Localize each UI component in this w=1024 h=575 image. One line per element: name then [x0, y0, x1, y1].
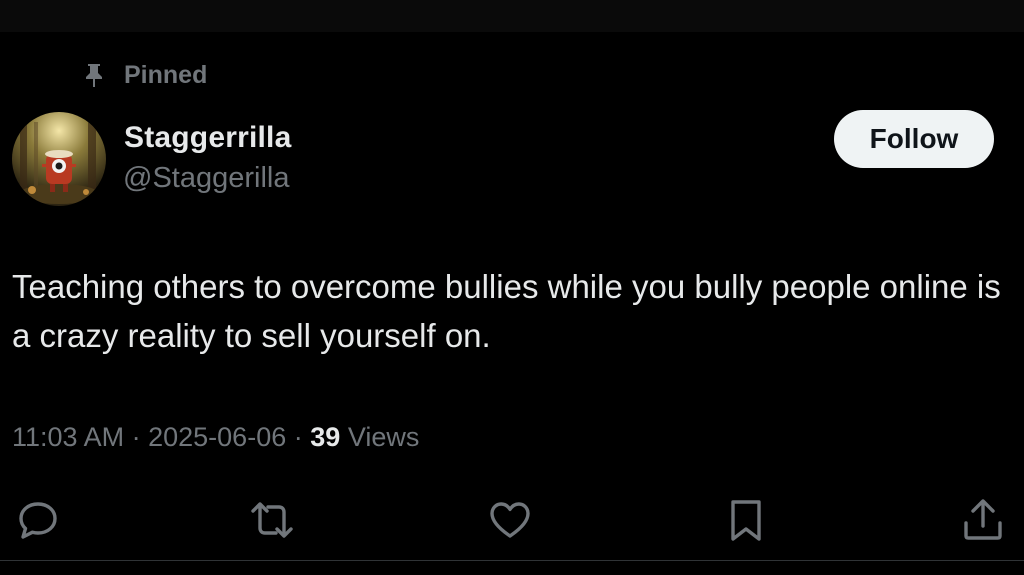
heart-icon: [490, 502, 530, 538]
pinned-label: Pinned: [124, 60, 208, 89]
action-bar: [0, 492, 1024, 548]
repost-button[interactable]: [244, 492, 300, 548]
author-handle[interactable]: @Staggerilla: [123, 162, 289, 195]
share-button[interactable]: [955, 492, 1011, 548]
repost-icon: [251, 502, 293, 538]
pinned-indicator: Pinned: [82, 60, 207, 90]
tweet-text: Teaching others to overcome bullies whil…: [12, 268, 1001, 354]
pin-icon: [82, 62, 106, 88]
bookmark-button[interactable]: [718, 492, 774, 548]
tweet-time[interactable]: 11:03 AM: [12, 422, 124, 452]
reply-button[interactable]: [10, 492, 66, 548]
follow-button[interactable]: Follow: [834, 110, 994, 168]
share-icon: [964, 499, 1002, 540]
avatar[interactable]: [12, 112, 106, 206]
tweet-date[interactable]: 2025-06-06: [148, 422, 286, 452]
author-display-name[interactable]: Staggerrilla: [124, 121, 291, 155]
views-label: Views: [347, 422, 420, 452]
views-count: 39: [310, 422, 341, 452]
tweet-page: Pinned Staggerrilla @Staggerilla Follow …: [0, 0, 1024, 575]
like-button[interactable]: [482, 492, 538, 548]
meta-separator: ·: [131, 422, 141, 452]
tweet-meta: 11:03 AM · 2025-06-06 · 39 Views: [12, 422, 419, 453]
top-bar: [0, 0, 1024, 32]
reply-icon: [19, 502, 57, 539]
meta-separator: ·: [293, 422, 303, 452]
divider: [0, 560, 1024, 561]
bookmark-icon: [731, 500, 761, 541]
